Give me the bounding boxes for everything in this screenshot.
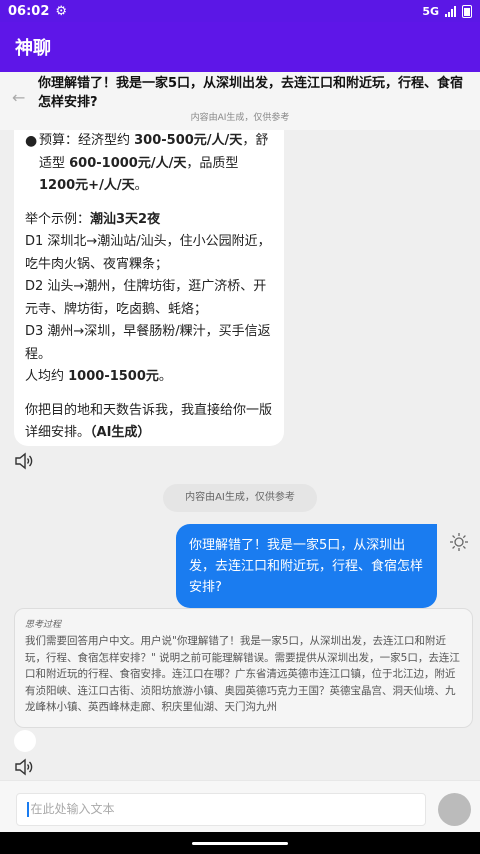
user-message-bubble: 你理解错了！我是一家5口，从深圳出发，去连江口和附近玩，行程、食宿怎样安排? — [176, 524, 437, 608]
status-right: 5G — [422, 4, 472, 18]
previous-message-header: ← 你理解错了！我是一家5口，从深圳出发，去连江口和附近玩，行程、食宿怎样安排?… — [0, 72, 480, 130]
thinking-panel: 思考过程 我们需要回答用户中文。用户说"你理解错了！我是一家5口，从深圳出发，去… — [14, 608, 473, 728]
network-type: 5G — [422, 4, 439, 18]
speaker-icon[interactable] — [14, 452, 34, 470]
arrow-left-icon[interactable]: ← — [12, 88, 25, 107]
home-handle[interactable] — [192, 842, 288, 845]
example-heading: 举个示例：潮汕3天2夜 — [25, 211, 161, 227]
itinerary-day2: D2 汕头→潮州，住牌坊街，逛广济桥、开元寺、牌坊街，吃卤鹅、蚝烙； — [25, 279, 267, 317]
loading-indicator — [14, 730, 36, 752]
ai-message-bubble: ● 预算：经济型约 300-500元/人/天，舒适型 600-1000元/人/天… — [14, 122, 284, 446]
message-input[interactable]: 在此处输入文本 — [16, 793, 426, 826]
thinking-text: 我们需要回答用户中文。用户说"你理解错了！我是一家5口，从深圳出发，去连江口和附… — [25, 635, 460, 713]
per-person-cost: 人均约 1000-1500元。 — [25, 369, 172, 384]
app-bar: 神聊 — [0, 22, 480, 72]
input-placeholder: 在此处输入文本 — [30, 802, 115, 816]
itinerary-day1: D1 深圳北→潮汕站/汕头，住小公园附近，吃牛肉火锅、夜宵粿条； — [25, 234, 271, 272]
status-time: 06:02 — [8, 3, 50, 19]
chat-area[interactable]: ← 你理解错了！我是一家5口，从深圳出发，去连江口和附近玩，行程、食宿怎样安排?… — [0, 72, 480, 780]
budget-item: ● 预算：经济型约 300-500元/人/天，舒适型 600-1000元/人/天… — [25, 130, 273, 198]
sun-icon[interactable] — [449, 532, 469, 552]
status-bar: 06:02 ⚙ 5G — [0, 0, 480, 22]
text-caret — [27, 802, 29, 817]
thinking-title: 思考过程 — [25, 620, 62, 630]
speaker-icon[interactable] — [14, 758, 34, 776]
battery-icon — [462, 4, 472, 18]
send-button[interactable] — [438, 793, 471, 826]
closing-text: 你把目的地和天数告诉我，我直接给你一版详细安排。（AI生成） — [25, 402, 273, 441]
app-title: 神聊 — [15, 38, 51, 59]
previous-question: 你理解错了！我是一家5口，从深圳出发，去连江口和附近玩，行程、食宿怎样安排? — [38, 76, 464, 110]
budget-text: 预算：经济型约 300-500元/人/天，舒适型 600-1000元/人/天，品… — [39, 133, 269, 193]
input-bar: 在此处输入文本 — [0, 780, 480, 832]
gear-icon: ⚙ — [55, 3, 68, 19]
ai-note: 内容由AI生成，仅供参考 — [190, 113, 290, 123]
signal-icon — [445, 5, 456, 17]
navigation-bar — [0, 832, 480, 854]
bullet-icon: ● — [25, 133, 38, 149]
disclaimer-badge: 内容由AI生成，仅供参考 — [163, 484, 317, 512]
itinerary-day3: D3 潮州→深圳，早餐肠粉/粿汁，买手信返程。 — [25, 324, 271, 362]
